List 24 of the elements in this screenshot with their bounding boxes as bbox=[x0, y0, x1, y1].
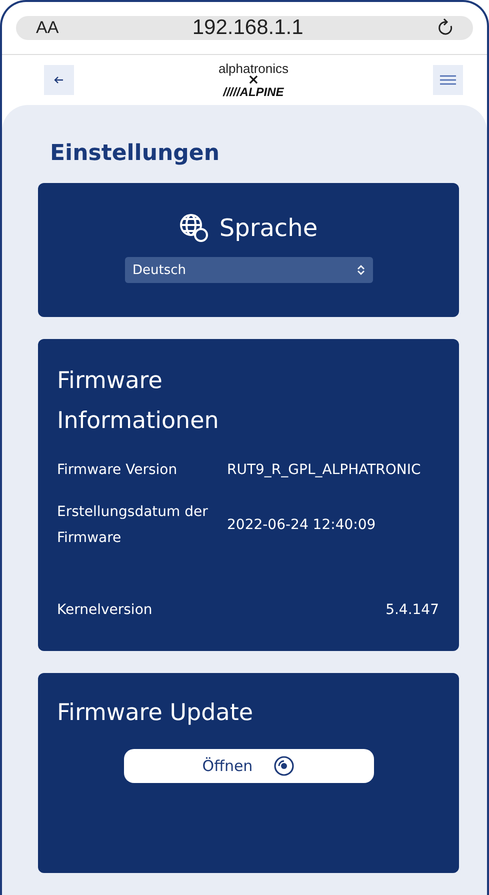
info-value: RUT9_R_GPL_ALPHATRONIC bbox=[227, 462, 422, 478]
text-size-button[interactable]: AA bbox=[36, 18, 59, 38]
url-text: 192.168.1.1 bbox=[192, 16, 304, 40]
info-label: Firmware Version bbox=[57, 461, 178, 480]
info-value: 5.4.147 bbox=[384, 602, 440, 618]
menu-button[interactable] bbox=[432, 65, 463, 95]
page-title: Einstellungen bbox=[50, 140, 221, 168]
address-bar[interactable]: AA 192.168.1.1 bbox=[16, 16, 473, 40]
logo-wordmark: /////ALPINE bbox=[223, 86, 284, 98]
globe-icon bbox=[179, 213, 210, 243]
menu-icon bbox=[440, 75, 456, 85]
disc-icon bbox=[272, 755, 295, 777]
logo-cross: × bbox=[248, 74, 260, 86]
card-title: Firmware Update bbox=[57, 699, 254, 728]
language-select[interactable]: Deutsch bbox=[124, 257, 372, 283]
open-button[interactable]: Öffnen bbox=[124, 749, 374, 783]
chevron-updown-icon bbox=[356, 265, 364, 275]
card-title: Sprache bbox=[219, 214, 318, 242]
info-value: 2022-06-24 12:40:09 bbox=[227, 517, 377, 533]
back-arrow-icon bbox=[54, 76, 64, 84]
info-label: Erstellungsdatum der Firmware bbox=[57, 503, 209, 548]
card-title: Firmware Informationen bbox=[57, 367, 220, 436]
info-label: Kernelversion bbox=[57, 601, 154, 620]
logo-text: alphatronics bbox=[218, 62, 289, 75]
